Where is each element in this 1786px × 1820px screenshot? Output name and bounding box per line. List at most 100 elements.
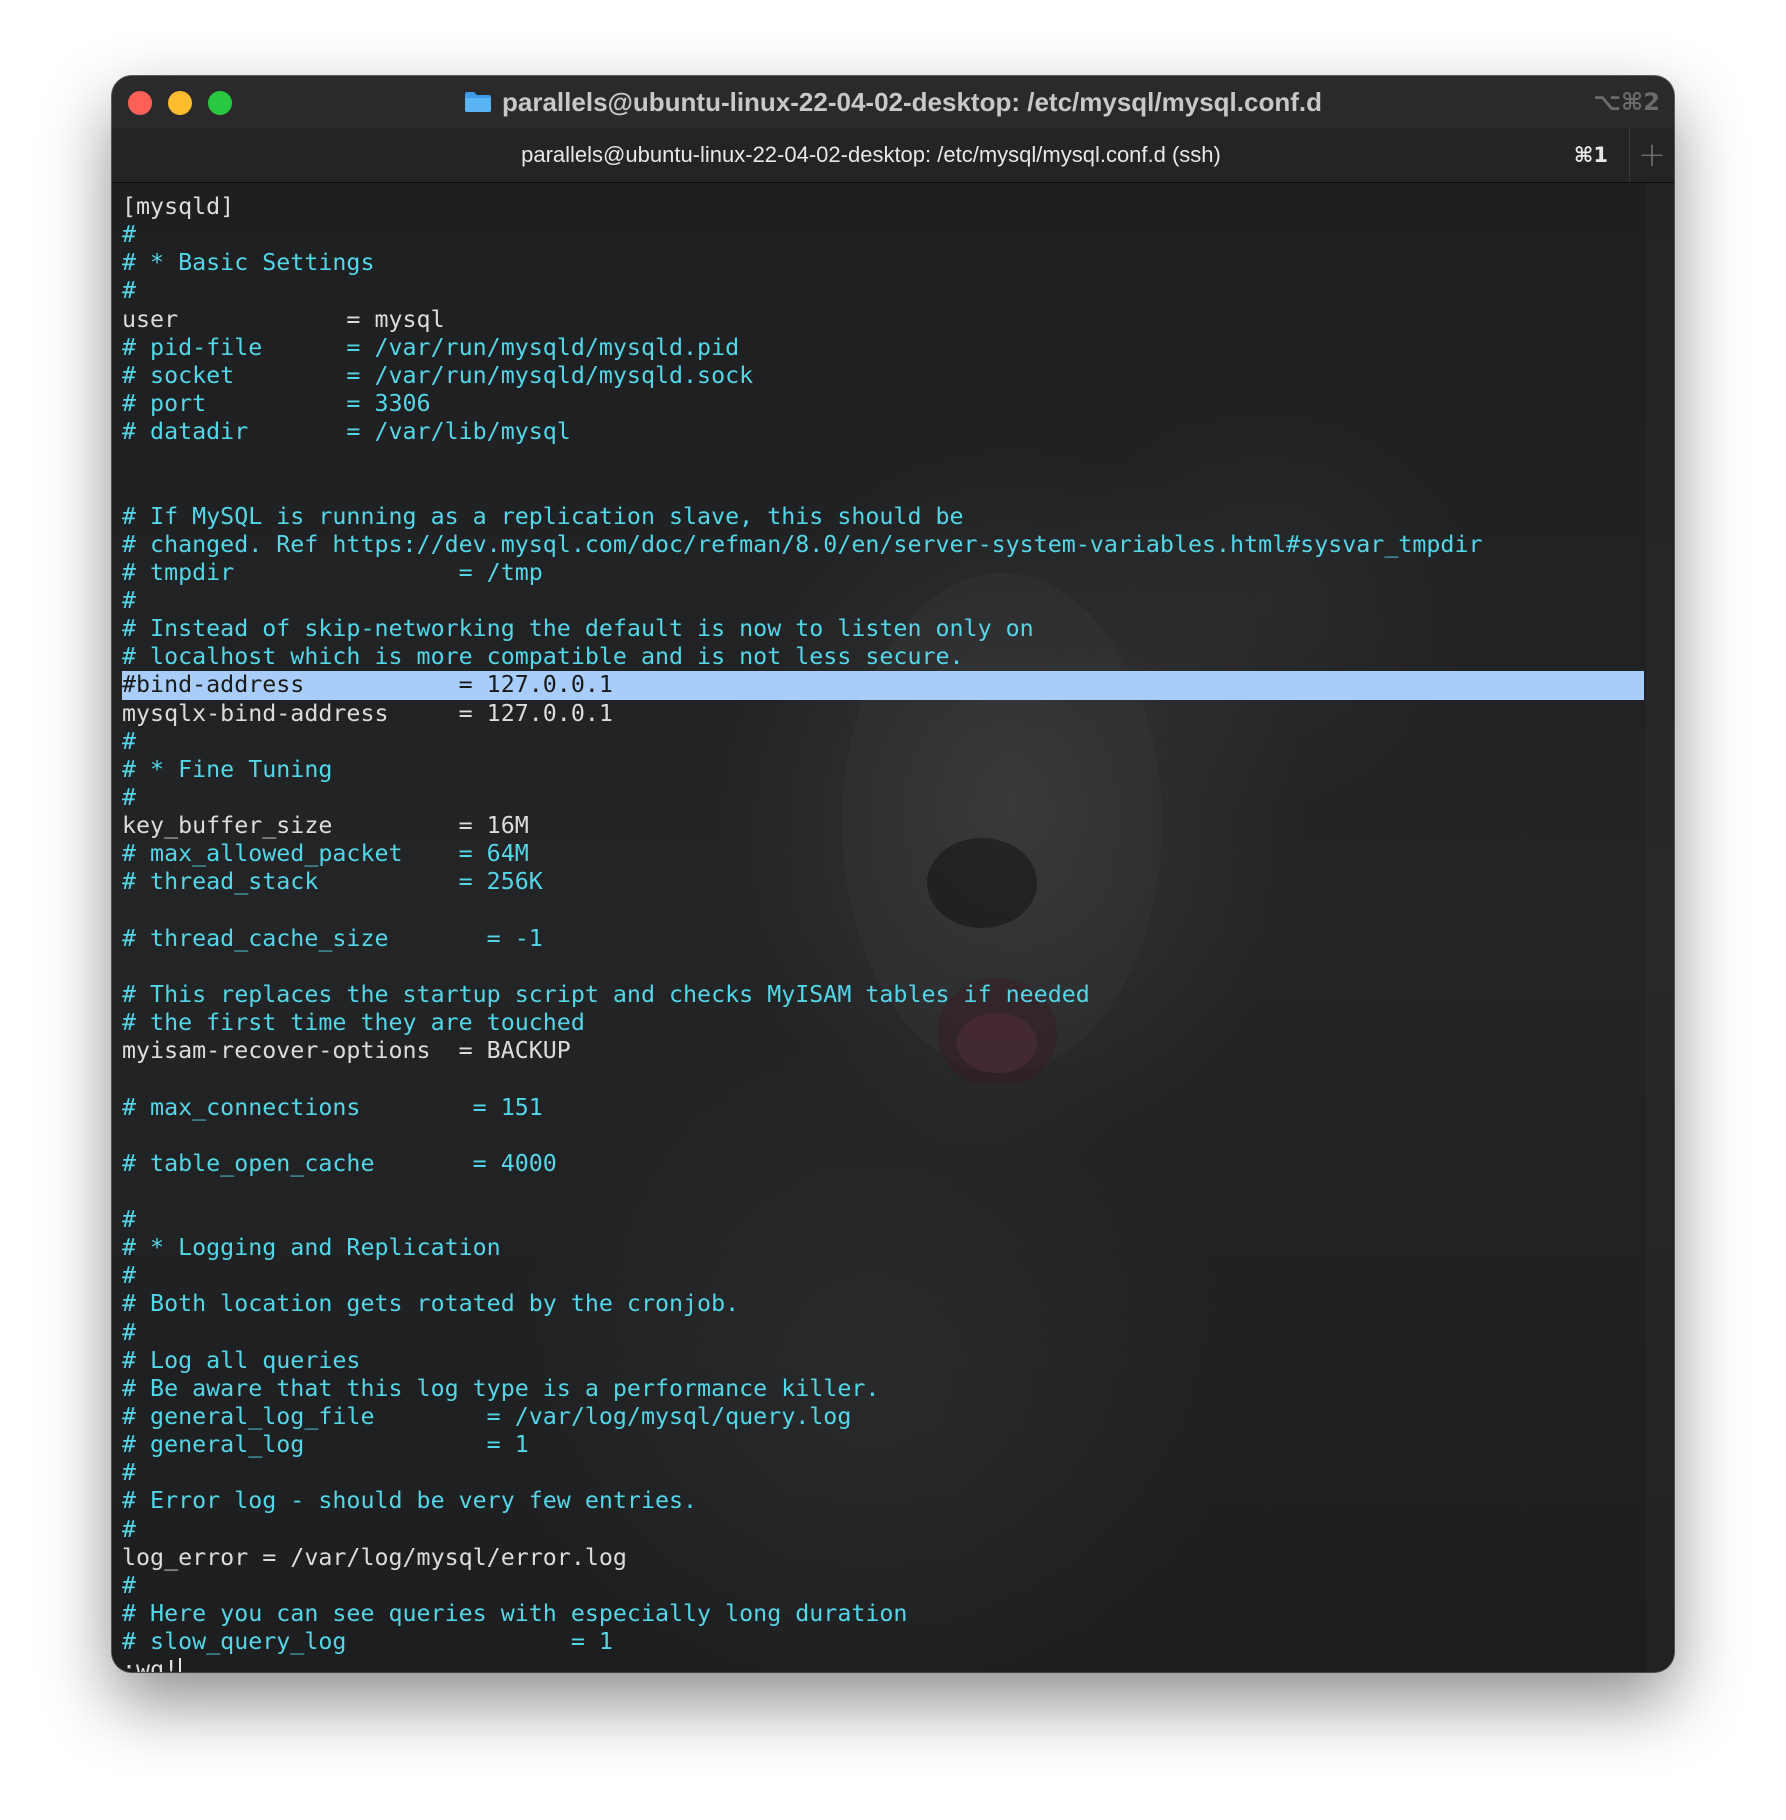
editor-line[interactable]: # general_log = 1 [122,1431,1644,1459]
editor-line-text: # * Logging and Replication [122,1234,501,1262]
editor-line[interactable]: [mysqld] [122,193,1644,221]
editor-line[interactable] [122,446,1644,474]
tab-ssh-session[interactable]: parallels@ubuntu-linux-22-04-02-desktop:… [112,128,1630,182]
editor-line[interactable]: # [122,1262,1644,1290]
editor-line-text: # slow_query_log = 1 [122,1628,613,1656]
new-tab-button[interactable]: + [1629,128,1674,182]
editor-line-selected[interactable]: #bind-address = 127.0.0.1 [122,671,1644,700]
editor-line[interactable]: # general_log_file = /var/log/mysql/quer… [122,1403,1644,1431]
editor-line-text: # table_open_cache = 4000 [122,1149,557,1177]
editor-line[interactable] [122,953,1644,981]
editor-line-text: # changed. Ref https://dev.mysql.com/doc… [122,530,1483,558]
editor-line[interactable]: # [122,1459,1644,1487]
editor-line[interactable]: # thread_cache_size = -1 [122,925,1644,953]
editor-line[interactable]: # [122,784,1644,812]
editor-line[interactable]: log_error = /var/log/mysql/error.log [122,1544,1644,1572]
editor-line-text: # If MySQL is running as a replication s… [122,502,964,530]
editor-line[interactable]: # [122,1319,1644,1347]
tab-bar: parallels@ubuntu-linux-22-04-02-desktop:… [112,128,1674,183]
editor-line[interactable]: # port = 3306 [122,390,1644,418]
editor-line[interactable]: # [122,1516,1644,1544]
editor-line[interactable]: # slow_query_log = 1 [122,1628,1644,1656]
editor-line-text: # Log all queries [122,1346,361,1374]
editor-line-text: # thread_cache_size = -1 [122,924,543,952]
editor-line-text: # [122,586,137,614]
terminal-content[interactable]: [mysqld] # # * Basic Settings # user = mysql… [112,183,1674,1672]
editor-line[interactable]: # the first time they are touched [122,1009,1644,1037]
editor-line-text: # port = 3306 [122,389,431,417]
editor-line[interactable]: # Log all queries [122,1347,1644,1375]
editor-line[interactable]: # [122,277,1644,305]
editor-line-text: # [122,1206,137,1234]
editor-line-text: # * Fine Tuning [122,755,333,783]
editor-line-text: # general_log_file = /var/log/mysql/quer… [122,1403,852,1431]
editor-line[interactable]: myisam-recover-options = BACKUP [122,1037,1644,1065]
editor-line-text: # [122,1515,137,1543]
editor-buffer[interactable]: [mysqld] # # * Basic Settings # user = mysql… [122,193,1644,1672]
editor-line[interactable] [122,1122,1644,1150]
editor-line-text: user = mysql [122,305,445,333]
editor-line[interactable]: # [122,728,1644,756]
editor-line-text: # [122,1459,137,1487]
editor-line[interactable]: # table_open_cache = 4000 [122,1150,1644,1178]
editor-line[interactable]: # Error log - should be very few entries… [122,1487,1644,1515]
editor-line-text: [mysqld] [122,193,235,220]
editor-line[interactable]: # Both location gets rotated by the cron… [122,1290,1644,1318]
scroll-track[interactable] [1646,183,1674,1672]
window-title-area: parallels@ubuntu-linux-22-04-02-desktop:… [112,76,1674,128]
editor-line[interactable]: # If MySQL is running as a replication s… [122,503,1644,531]
editor-line[interactable]: # socket = /var/run/mysqld/mysqld.sock [122,362,1644,390]
terminal-window: parallels@ubuntu-linux-22-04-02-desktop:… [112,76,1674,1672]
editor-line-text: # Error log - should be very few entries… [122,1487,698,1515]
editor-line[interactable]: user = mysql [122,306,1644,334]
editor-line-text: log_error = /var/log/mysql/error.log [122,1543,627,1571]
editor-line-text: # Here you can see queries with especial… [122,1600,908,1628]
editor-line[interactable]: mysqlx-bind-address = 127.0.0.1 [122,700,1644,728]
editor-line[interactable]: # max_allowed_packet = 64M [122,840,1644,868]
editor-line[interactable] [122,897,1644,925]
editor-line-text: # [122,783,137,811]
editor-line-text: # [122,727,137,755]
editor-line-text: # general_log = 1 [122,1431,529,1459]
editor-line[interactable]: # tmpdir = /tmp [122,559,1644,587]
editor-line[interactable] [122,1065,1644,1093]
editor-line[interactable]: # [122,221,1644,249]
editor-line[interactable]: # Instead of skip-networking the default… [122,615,1644,643]
editor-line[interactable]: # * Fine Tuning [122,756,1644,784]
editor-line[interactable]: key_buffer_size = 16M [122,812,1644,840]
editor-line-text: # [122,221,137,249]
editor-line-text: # * Basic Settings [122,249,375,277]
editor-line[interactable]: # * Logging and Replication [122,1234,1644,1262]
vim-command-line[interactable]: :wq! [122,1656,1644,1672]
editor-line[interactable] [122,474,1644,502]
editor-line[interactable]: # pid-file = /var/run/mysqld/mysqld.pid [122,334,1644,362]
editor-line[interactable]: # [122,1206,1644,1234]
editor-line[interactable]: # thread_stack = 256K [122,868,1644,896]
window-title: parallels@ubuntu-linux-22-04-02-desktop:… [502,86,1322,117]
editor-line[interactable]: # Be aware that this log type is a perfo… [122,1375,1644,1403]
editor-line-text: # datadir = /var/lib/mysql [122,418,571,446]
editor-line-text: # Instead of skip-networking the default… [122,615,1034,643]
editor-line-text: # [122,277,137,305]
editor-line[interactable]: # max_connections = 151 [122,1094,1644,1122]
editor-line-text: # localhost which is more compatible and… [122,643,964,671]
editor-line[interactable]: # [122,1572,1644,1600]
editor-line[interactable]: # Here you can see queries with especial… [122,1600,1644,1628]
editor-line[interactable]: # localhost which is more compatible and… [122,643,1644,671]
editor-line[interactable]: # datadir = /var/lib/mysql [122,418,1644,446]
tab-label: parallels@ubuntu-linux-22-04-02-desktop:… [521,142,1221,167]
folder-icon [464,91,492,113]
editor-line-text: # thread_stack = 256K [122,868,543,896]
editor-line-text: # socket = /var/run/mysqld/mysqld.sock [122,361,754,389]
editor-line[interactable] [122,1178,1644,1206]
editor-line-text: mysqlx-bind-address = 127.0.0.1 [122,699,613,727]
editor-line-text: # max_connections = 151 [122,1093,543,1121]
editor-line-text: # the first time they are touched [122,1009,585,1037]
editor-line[interactable]: # changed. Ref https://dev.mysql.com/doc… [122,531,1644,559]
title-bar[interactable]: parallels@ubuntu-linux-22-04-02-desktop:… [112,76,1674,128]
window-shortcut-label: ⌥⌘2 [1593,88,1660,116]
editor-line[interactable]: # This replaces the startup script and c… [122,981,1644,1009]
editor-line[interactable]: # [122,587,1644,615]
editor-line[interactable]: # * Basic Settings [122,249,1644,277]
editor-line-text: #bind-address = 127.0.0.1 [122,671,613,699]
